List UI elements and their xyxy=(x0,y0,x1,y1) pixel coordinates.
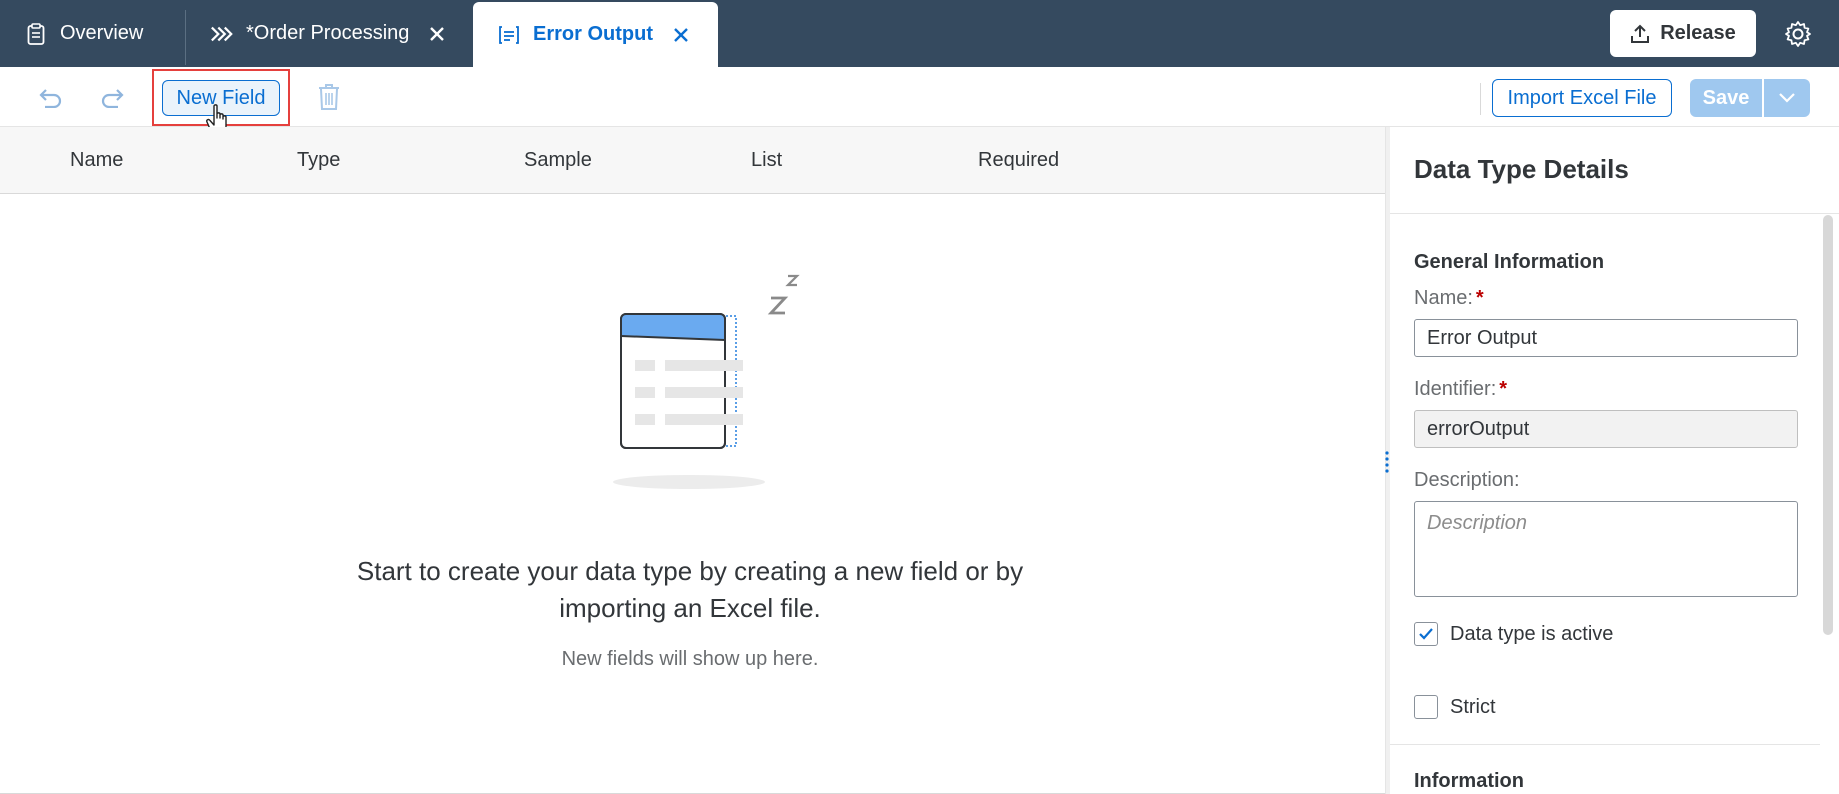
description-textarea[interactable]: Description xyxy=(1414,501,1798,597)
upload-icon xyxy=(1631,24,1650,43)
undo-icon[interactable] xyxy=(37,83,65,111)
clipboard-icon xyxy=(24,22,48,46)
required-marker: * xyxy=(1475,287,1484,309)
name-field[interactable]: Error Output xyxy=(1414,319,1798,357)
release-button[interactable]: Release xyxy=(1610,10,1756,57)
tab-divider xyxy=(185,10,186,65)
column-header-name[interactable]: Name xyxy=(70,149,123,172)
active-checkbox-label[interactable]: Data type is active xyxy=(1450,623,1613,646)
description-field-label: Description: xyxy=(1414,469,1520,491)
empty-state-illustration xyxy=(605,270,805,495)
column-header-list[interactable]: List xyxy=(751,149,782,172)
save-menu-button[interactable] xyxy=(1764,79,1810,117)
active-checkbox[interactable] xyxy=(1414,622,1438,646)
empty-state-title: Start to create your data type by creati… xyxy=(356,556,1024,623)
identifier-label-text: Identifier: xyxy=(1414,378,1497,400)
panel-scrollbar[interactable] xyxy=(1823,215,1833,635)
release-label: Release xyxy=(1660,22,1736,44)
close-icon[interactable] xyxy=(425,22,449,46)
close-icon[interactable] xyxy=(669,23,693,47)
data-type-icon xyxy=(497,23,521,47)
tab-order-processing[interactable]: *Order Processing xyxy=(210,0,449,67)
process-flow-icon xyxy=(210,22,234,46)
tab-overview[interactable]: Overview xyxy=(24,0,143,67)
gear-icon[interactable] xyxy=(1784,20,1812,48)
divider xyxy=(1390,744,1820,745)
redo-icon[interactable] xyxy=(98,83,126,111)
strict-checkbox-label[interactable]: Strict xyxy=(1450,696,1496,719)
section-information: Information xyxy=(1414,770,1524,792)
tab-bar: Overview *Order Processing Error Output … xyxy=(0,0,1839,67)
toolbar-divider xyxy=(1480,83,1481,115)
chevron-down-icon xyxy=(1779,93,1795,103)
details-panel: Data Type Details General Information Na… xyxy=(1390,127,1839,794)
save-button[interactable]: Save xyxy=(1690,79,1762,117)
table-header: Name Type Sample List Required xyxy=(0,127,1385,194)
divider xyxy=(1390,213,1839,214)
panel-title: Data Type Details xyxy=(1414,154,1629,184)
tab-error-output[interactable]: Error Output xyxy=(473,2,718,67)
required-marker: * xyxy=(1499,378,1508,400)
checkmark-icon xyxy=(1419,628,1433,640)
column-header-required[interactable]: Required xyxy=(978,149,1059,172)
tab-overview-label: Overview xyxy=(60,22,144,44)
import-excel-button[interactable]: Import Excel File xyxy=(1492,79,1672,117)
strict-checkbox[interactable] xyxy=(1414,695,1438,719)
column-header-sample[interactable]: Sample xyxy=(524,149,592,172)
trash-icon[interactable] xyxy=(315,83,343,111)
identifier-field-label: Identifier: * xyxy=(1414,378,1507,401)
tab-error-output-label: Error Output xyxy=(533,23,653,45)
name-label-text: Name: xyxy=(1414,287,1473,309)
name-field-label: Name: * xyxy=(1414,287,1484,310)
section-general-information: General Information xyxy=(1414,251,1605,273)
empty-state-subtitle: New fields will show up here. xyxy=(561,648,819,670)
column-header-type[interactable]: Type xyxy=(297,149,340,172)
identifier-field[interactable]: errorOutput xyxy=(1414,410,1798,448)
tab-order-processing-label: *Order Processing xyxy=(246,22,410,44)
